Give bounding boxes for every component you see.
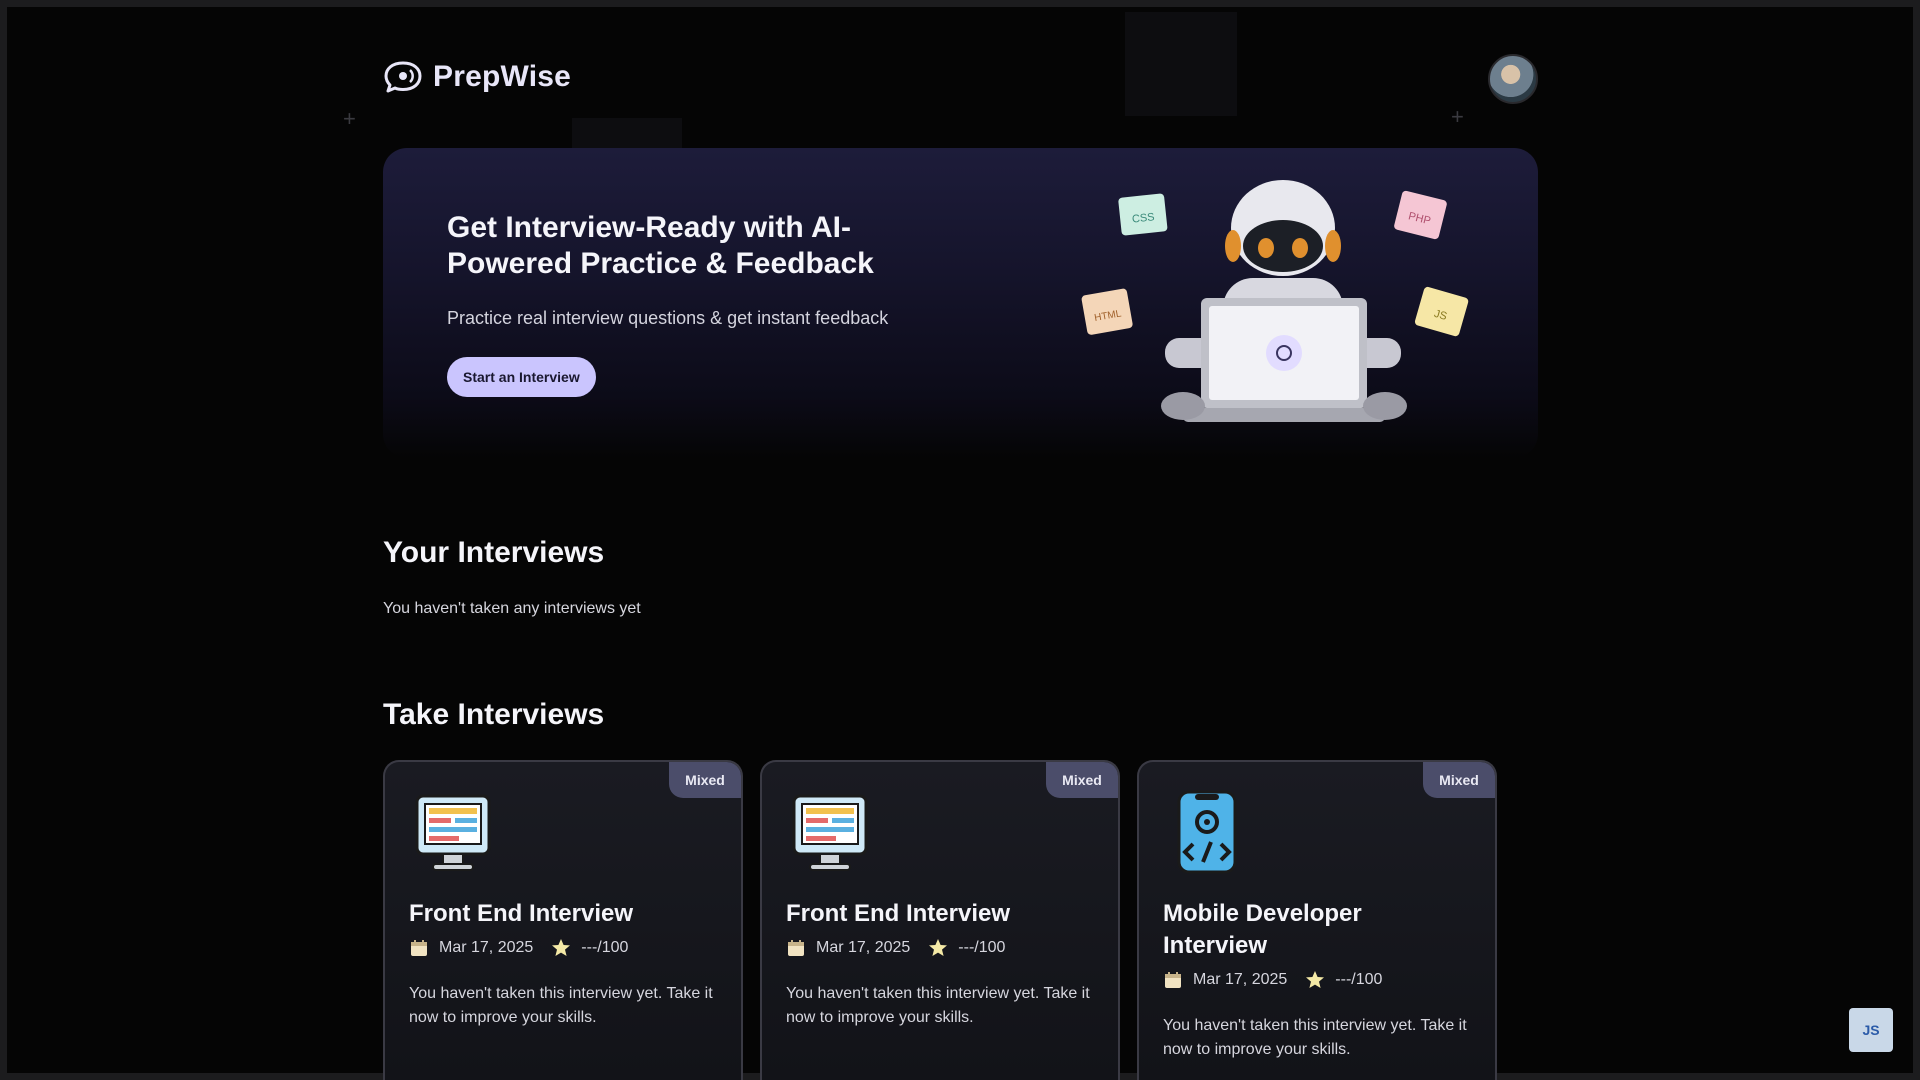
star-icon: [552, 939, 571, 956]
interview-score: ---/100: [1335, 971, 1383, 988]
logo-link[interactable]: PrepWise: [383, 60, 571, 94]
interview-card[interactable]: Mixed Front End Interview Mar 17, 2025 -…: [383, 760, 743, 1080]
hero-subtitle: Practice real interview questions & get …: [447, 308, 889, 328]
interview-title: Front End Interview: [786, 900, 1011, 927]
your-interviews-title: Your Interviews: [383, 536, 605, 569]
monitor-code-icon: [792, 794, 868, 871]
interview-meta: Mar 17, 2025 ---/100: [786, 938, 1005, 958]
php-sticker-icon: PHP: [1394, 190, 1447, 240]
channel-watermark-logo: JS: [1849, 1008, 1893, 1052]
js-sticker-icon: JS: [1414, 286, 1469, 337]
interview-meta: Mar 17, 2025 ---/100: [409, 938, 628, 958]
chat-bubble-logo-icon: [384, 61, 422, 93]
mobile-code-icon: [1177, 790, 1237, 874]
sparkle-icon: +: [343, 106, 356, 131]
interview-date: Mar 17, 2025: [1193, 971, 1288, 988]
interview-description: You haven't taken this interview yet. Ta…: [1163, 1017, 1467, 1058]
calendar-icon: [788, 940, 804, 956]
star-icon: [929, 939, 948, 956]
html-sticker-icon: HTML: [1081, 288, 1133, 335]
interview-date: Mar 17, 2025: [816, 939, 911, 956]
monitor-code-icon: [415, 794, 491, 871]
interview-date: Mar 17, 2025: [439, 939, 534, 956]
interview-description: You haven't taken this interview yet. Ta…: [409, 985, 713, 1026]
interview-meta: Mar 17, 2025 ---/100: [1163, 970, 1382, 990]
interview-type-badge: Mixed: [1423, 762, 1495, 798]
interview-type-badge: Mixed: [669, 762, 741, 798]
calendar-icon: [411, 940, 427, 956]
empty-interviews-text: You haven't taken any interviews yet: [383, 600, 641, 617]
interview-title: Front End Interview: [409, 900, 634, 927]
take-interviews-title: Take Interviews: [383, 698, 605, 731]
interview-description: You haven't taken this interview yet. Ta…: [786, 985, 1090, 1026]
star-icon: [1306, 971, 1325, 988]
background-block: [572, 118, 682, 148]
css-sticker-icon: CSS: [1118, 193, 1168, 236]
hero-banner: Get Interview-Ready with AI-Powered Prac…: [383, 148, 1538, 458]
user-avatar[interactable]: [1488, 54, 1538, 104]
interview-title: Mobile Developer Interview: [1163, 900, 1362, 959]
interview-type-badge: Mixed: [1046, 762, 1118, 798]
start-interview-button[interactable]: Start an Interview: [447, 357, 596, 397]
navbar: PrepWise: [383, 54, 1538, 116]
sticker-label: CSS: [1131, 211, 1155, 225]
interview-score: ---/100: [581, 939, 629, 956]
brand-name: PrepWise: [433, 60, 572, 93]
interview-score: ---/100: [958, 939, 1006, 956]
hero-title: Get Interview-Ready with AI-Powered Prac…: [447, 211, 874, 280]
interview-card[interactable]: Mixed Front End Interview Mar 17, 2025 -…: [760, 760, 1120, 1080]
robot-illustration: CSS PHP HTML JS: [1081, 180, 1469, 422]
interview-card[interactable]: Mixed Mobile Developer Interview Mar 17,…: [1137, 760, 1497, 1080]
calendar-icon: [1165, 972, 1181, 988]
